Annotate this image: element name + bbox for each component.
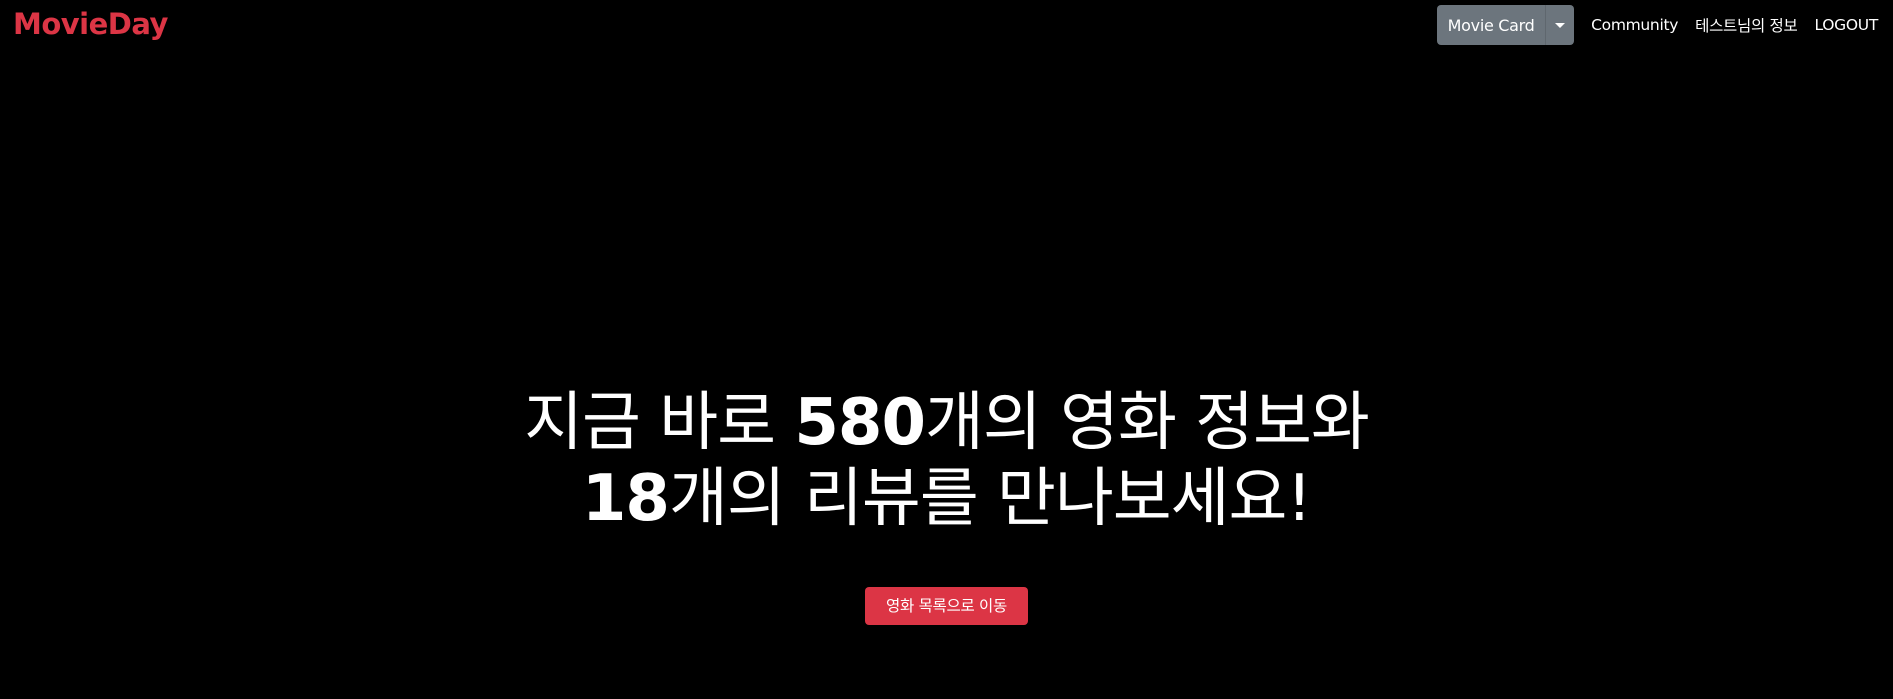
dropdown-toggle-button[interactable] — [1545, 5, 1574, 45]
nav-right: Movie Card Community 테스트님의 정보 LOGOUT — [1437, 5, 1878, 45]
nav-link-community[interactable]: Community — [1591, 16, 1678, 34]
hero-line-1: 지금 바로 580개의 영화 정보와 — [0, 385, 1893, 461]
review-count: 18 — [581, 462, 670, 536]
hero-text-prefix: 지금 바로 — [524, 386, 795, 460]
hero-heading: 지금 바로 580개의 영화 정보와 18개의 리뷰를 만나보세요! — [0, 385, 1893, 537]
go-to-movie-list-button[interactable]: 영화 목록으로 이동 — [865, 587, 1028, 625]
brand-logo[interactable]: MovieDay — [13, 4, 168, 44]
movie-card-button[interactable]: Movie Card — [1437, 5, 1545, 45]
hero-text-suffix: 개의 영화 정보와 — [924, 386, 1370, 460]
hero-line-2: 18개의 리뷰를 만나보세요! — [0, 461, 1893, 537]
cta-container: 영화 목록으로 이동 — [0, 587, 1893, 625]
nav-link-profile[interactable]: 테스트님의 정보 — [1695, 14, 1798, 36]
navbar: MovieDay Movie Card Community 테스트님의 정보 L… — [0, 0, 1893, 50]
nav-link-logout[interactable]: LOGOUT — [1814, 16, 1878, 34]
movie-count: 580 — [794, 386, 926, 460]
movie-card-dropdown: Movie Card — [1437, 5, 1575, 45]
caret-down-icon — [1555, 22, 1566, 28]
hero-text-line2: 개의 리뷰를 만나보세요! — [668, 462, 1312, 536]
